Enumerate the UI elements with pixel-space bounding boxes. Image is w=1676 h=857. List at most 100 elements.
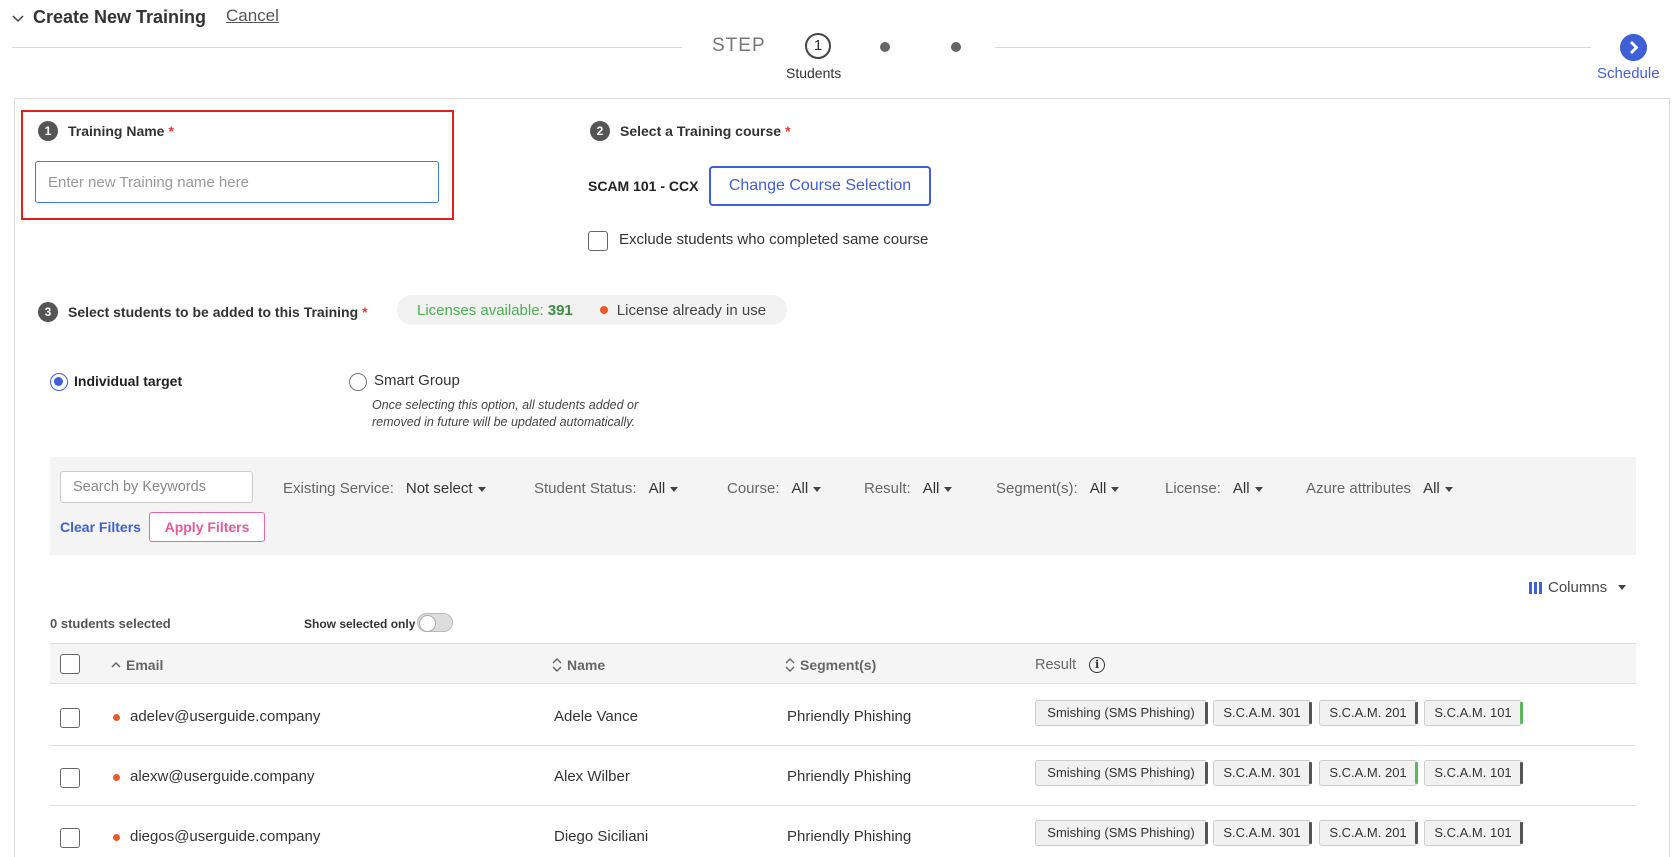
- columns-button[interactable]: Columns: [1529, 579, 1627, 596]
- filter-license[interactable]: License: All: [1165, 480, 1263, 497]
- filter-segments[interactable]: Segment(s): All: [996, 480, 1120, 497]
- name-cell: Diego Siciliani: [554, 828, 649, 845]
- individual-target-radio[interactable]: [50, 373, 68, 391]
- exclude-completed-checkbox[interactable]: [588, 231, 608, 251]
- training-name-input[interactable]: [35, 161, 439, 203]
- section-number-badge: 1: [38, 121, 58, 141]
- row-checkbox[interactable]: [60, 708, 80, 728]
- license-in-use-dot: [113, 713, 120, 721]
- filter-value: All: [1232, 480, 1250, 497]
- info-icon[interactable]: i: [1089, 657, 1106, 673]
- result-status-bar: [1309, 702, 1312, 724]
- result-tag[interactable]: S.C.A.M. 201: [1319, 700, 1418, 726]
- filter-label: Segment(s):: [996, 480, 1078, 497]
- column-header-label: Segment(s): [800, 657, 877, 673]
- licenses-available-label: Licenses available:: [417, 301, 544, 319]
- filter-value: All: [922, 480, 940, 497]
- result-tag[interactable]: Smishing (SMS Phishing): [1035, 700, 1208, 726]
- step-name: Students: [786, 65, 842, 81]
- segment-cell: Phriendly Phishing: [787, 708, 912, 725]
- filter-label: License:: [1165, 480, 1221, 497]
- filter-existing-service[interactable]: Existing Service: Not select: [283, 480, 486, 497]
- result-tag-label: S.C.A.M. 101: [1434, 825, 1512, 840]
- result-status-bar: [1309, 822, 1312, 844]
- show-selected-toggle[interactable]: [417, 613, 453, 632]
- caret-down-icon: [477, 486, 486, 492]
- select-all-checkbox[interactable]: [60, 654, 80, 674]
- filter-label: Result:: [864, 480, 911, 497]
- individual-target-label[interactable]: Individual target: [74, 373, 182, 389]
- email-cell: diegos@userguide.company: [113, 828, 320, 845]
- result-status-bar: [1520, 822, 1523, 844]
- result-status-bar: [1309, 762, 1312, 784]
- result-tag-label: S.C.A.M. 201: [1329, 765, 1407, 780]
- column-header-email[interactable]: Email: [111, 657, 163, 673]
- filter-course[interactable]: Course: All: [727, 480, 822, 497]
- column-header-name[interactable]: Name: [552, 657, 605, 673]
- column-header-segments[interactable]: Segment(s): [785, 657, 876, 673]
- license-in-use-dot: [113, 833, 120, 841]
- name-cell: Alex Wilber: [554, 768, 630, 785]
- result-status-bar: [1415, 822, 1418, 844]
- section-title-text: Select a Training course: [620, 123, 782, 139]
- result-tag-label: S.C.A.M. 201: [1329, 705, 1407, 720]
- result-tag[interactable]: S.C.A.M. 101: [1424, 820, 1523, 846]
- filter-azure-attributes[interactable]: Azure attributes All: [1306, 480, 1453, 497]
- result-tag[interactable]: Smishing (SMS Phishing): [1035, 820, 1208, 846]
- step-dot: [880, 42, 890, 52]
- filter-value: All: [1089, 480, 1107, 497]
- result-status-bar: [1520, 762, 1523, 784]
- clear-filters-link[interactable]: Clear Filters: [60, 519, 141, 535]
- smart-group-label[interactable]: Smart Group: [374, 372, 460, 389]
- email-text: alexw@userguide.company: [130, 768, 315, 785]
- required-mark: *: [362, 304, 368, 320]
- columns-icon: [1529, 581, 1542, 594]
- result-status-bar: [1205, 762, 1208, 784]
- filter-student-status[interactable]: Student Status: All: [534, 480, 679, 497]
- result-tag[interactable]: Smishing (SMS Phishing): [1035, 760, 1208, 786]
- email-text: diegos@userguide.company: [130, 828, 321, 845]
- step-schedule[interactable]: Schedule: [1597, 65, 1660, 82]
- result-status-bar: [1415, 762, 1418, 784]
- result-tag[interactable]: S.C.A.M. 101: [1424, 760, 1523, 786]
- result-tag[interactable]: S.C.A.M. 301: [1213, 700, 1312, 726]
- filter-value: All: [791, 480, 809, 497]
- license-in-use-dot: [599, 306, 608, 314]
- chevron-right-circle-icon[interactable]: [1620, 34, 1647, 61]
- caret-down-icon: [944, 486, 953, 492]
- result-tag[interactable]: S.C.A.M. 101: [1424, 700, 1523, 726]
- stepper-line: [995, 47, 1591, 48]
- caret-down-icon: [1618, 585, 1627, 590]
- email-cell: adelev@userguide.company: [113, 708, 320, 725]
- result-tag-label: S.C.A.M. 301: [1223, 705, 1301, 720]
- step-dot: [951, 42, 961, 52]
- result-tag[interactable]: S.C.A.M. 301: [1213, 760, 1312, 786]
- step-number-circle: 1: [805, 33, 831, 59]
- smart-group-radio[interactable]: [349, 373, 367, 391]
- result-tag[interactable]: S.C.A.M. 201: [1319, 820, 1418, 846]
- row-checkbox[interactable]: [60, 828, 80, 848]
- apply-filters-button[interactable]: Apply Filters: [149, 512, 265, 542]
- columns-label: Columns: [1548, 579, 1608, 596]
- row-checkbox[interactable]: [60, 768, 80, 788]
- result-tag-label: S.C.A.M. 301: [1223, 765, 1301, 780]
- sort-icon: [552, 658, 562, 672]
- filter-value: Not select: [405, 480, 473, 497]
- change-course-button[interactable]: Change Course Selection: [709, 166, 931, 206]
- result-tag-label: S.C.A.M. 301: [1223, 825, 1301, 840]
- column-header-result: Result i: [1035, 657, 1106, 673]
- required-mark: *: [168, 123, 174, 139]
- filter-value: All: [648, 480, 666, 497]
- filter-label: Course:: [727, 480, 780, 497]
- filter-result[interactable]: Result: All: [864, 480, 953, 497]
- stepper-line: [12, 47, 682, 48]
- section-number-badge: 2: [590, 121, 610, 141]
- result-status-bar: [1205, 702, 1208, 724]
- chevron-down-icon[interactable]: [10, 10, 26, 26]
- result-tag[interactable]: S.C.A.M. 301: [1213, 820, 1312, 846]
- section-title-text: Training Name: [68, 123, 165, 139]
- step-label: STEP: [712, 35, 766, 56]
- search-input[interactable]: [60, 471, 253, 503]
- result-tag[interactable]: S.C.A.M. 201: [1319, 760, 1418, 786]
- cancel-link[interactable]: Cancel: [226, 6, 279, 26]
